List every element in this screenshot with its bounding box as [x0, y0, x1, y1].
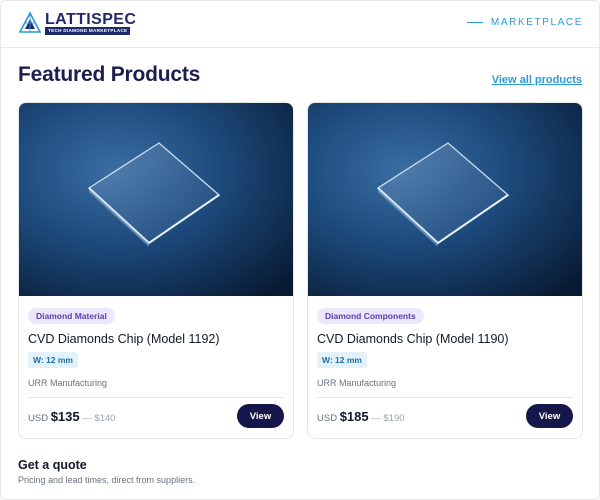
section-title: Featured Products	[18, 63, 201, 86]
price-high: $140	[94, 413, 116, 424]
quote-heading: Get a quote	[18, 458, 87, 472]
price-low: $135	[50, 409, 80, 424]
product-name[interactable]: CVD Diamonds Chip (Model 1192)	[28, 332, 220, 346]
spec-chip: W: 12 mm	[317, 352, 367, 368]
category-badge: Diamond Components	[317, 308, 424, 324]
price-range: USD $135 — $140	[28, 409, 116, 424]
lattice-logo-icon	[19, 12, 41, 33]
product-card[interactable]: Diamond Material CVD Diamonds Chip (Mode…	[18, 102, 294, 439]
currency: USD	[28, 413, 49, 424]
brand-logo[interactable]: LATTISPEC TECH DIAMOND MARKETPLACE	[19, 11, 139, 37]
view-product-button[interactable]: View	[237, 404, 284, 428]
product-card[interactable]: Diamond Components CVD Diamonds Chip (Mo…	[307, 102, 583, 439]
price-low: $185	[339, 409, 369, 424]
page: LATTISPEC TECH DIAMOND MARKETPLACE MARKE…	[0, 0, 600, 500]
product-image	[308, 103, 582, 296]
price-high: $190	[383, 413, 405, 424]
marketplace-label: MARKETPLACE	[490, 17, 583, 28]
site-header: LATTISPEC TECH DIAMOND MARKETPLACE MARKE…	[1, 1, 599, 48]
view-all-products-link[interactable]: View all products	[492, 74, 582, 86]
price-separator: —	[371, 413, 381, 424]
supplier-name: URR Manufacturing	[28, 378, 108, 388]
marketplace-nav[interactable]: MARKETPLACE	[466, 17, 583, 28]
brand-name: LATTISPEC	[45, 11, 137, 28]
currency: USD	[317, 413, 338, 424]
quote-subtitle: Pricing and lead times, direct from supp…	[18, 475, 196, 485]
divider	[317, 397, 573, 398]
brand-tagline: TECH DIAMOND MARKETPLACE	[45, 27, 131, 35]
price-separator: —	[82, 413, 92, 424]
view-product-button[interactable]: View	[526, 404, 573, 428]
supplier-name: URR Manufacturing	[317, 378, 397, 388]
spec-chip: W: 12 mm	[28, 352, 78, 368]
product-image	[19, 103, 293, 296]
category-badge: Diamond Material	[28, 308, 115, 324]
price-range: USD $185 — $190	[317, 409, 405, 424]
product-name[interactable]: CVD Diamonds Chip (Model 1190)	[317, 332, 509, 346]
marketplace-line-icon	[466, 21, 483, 24]
divider	[28, 397, 284, 398]
